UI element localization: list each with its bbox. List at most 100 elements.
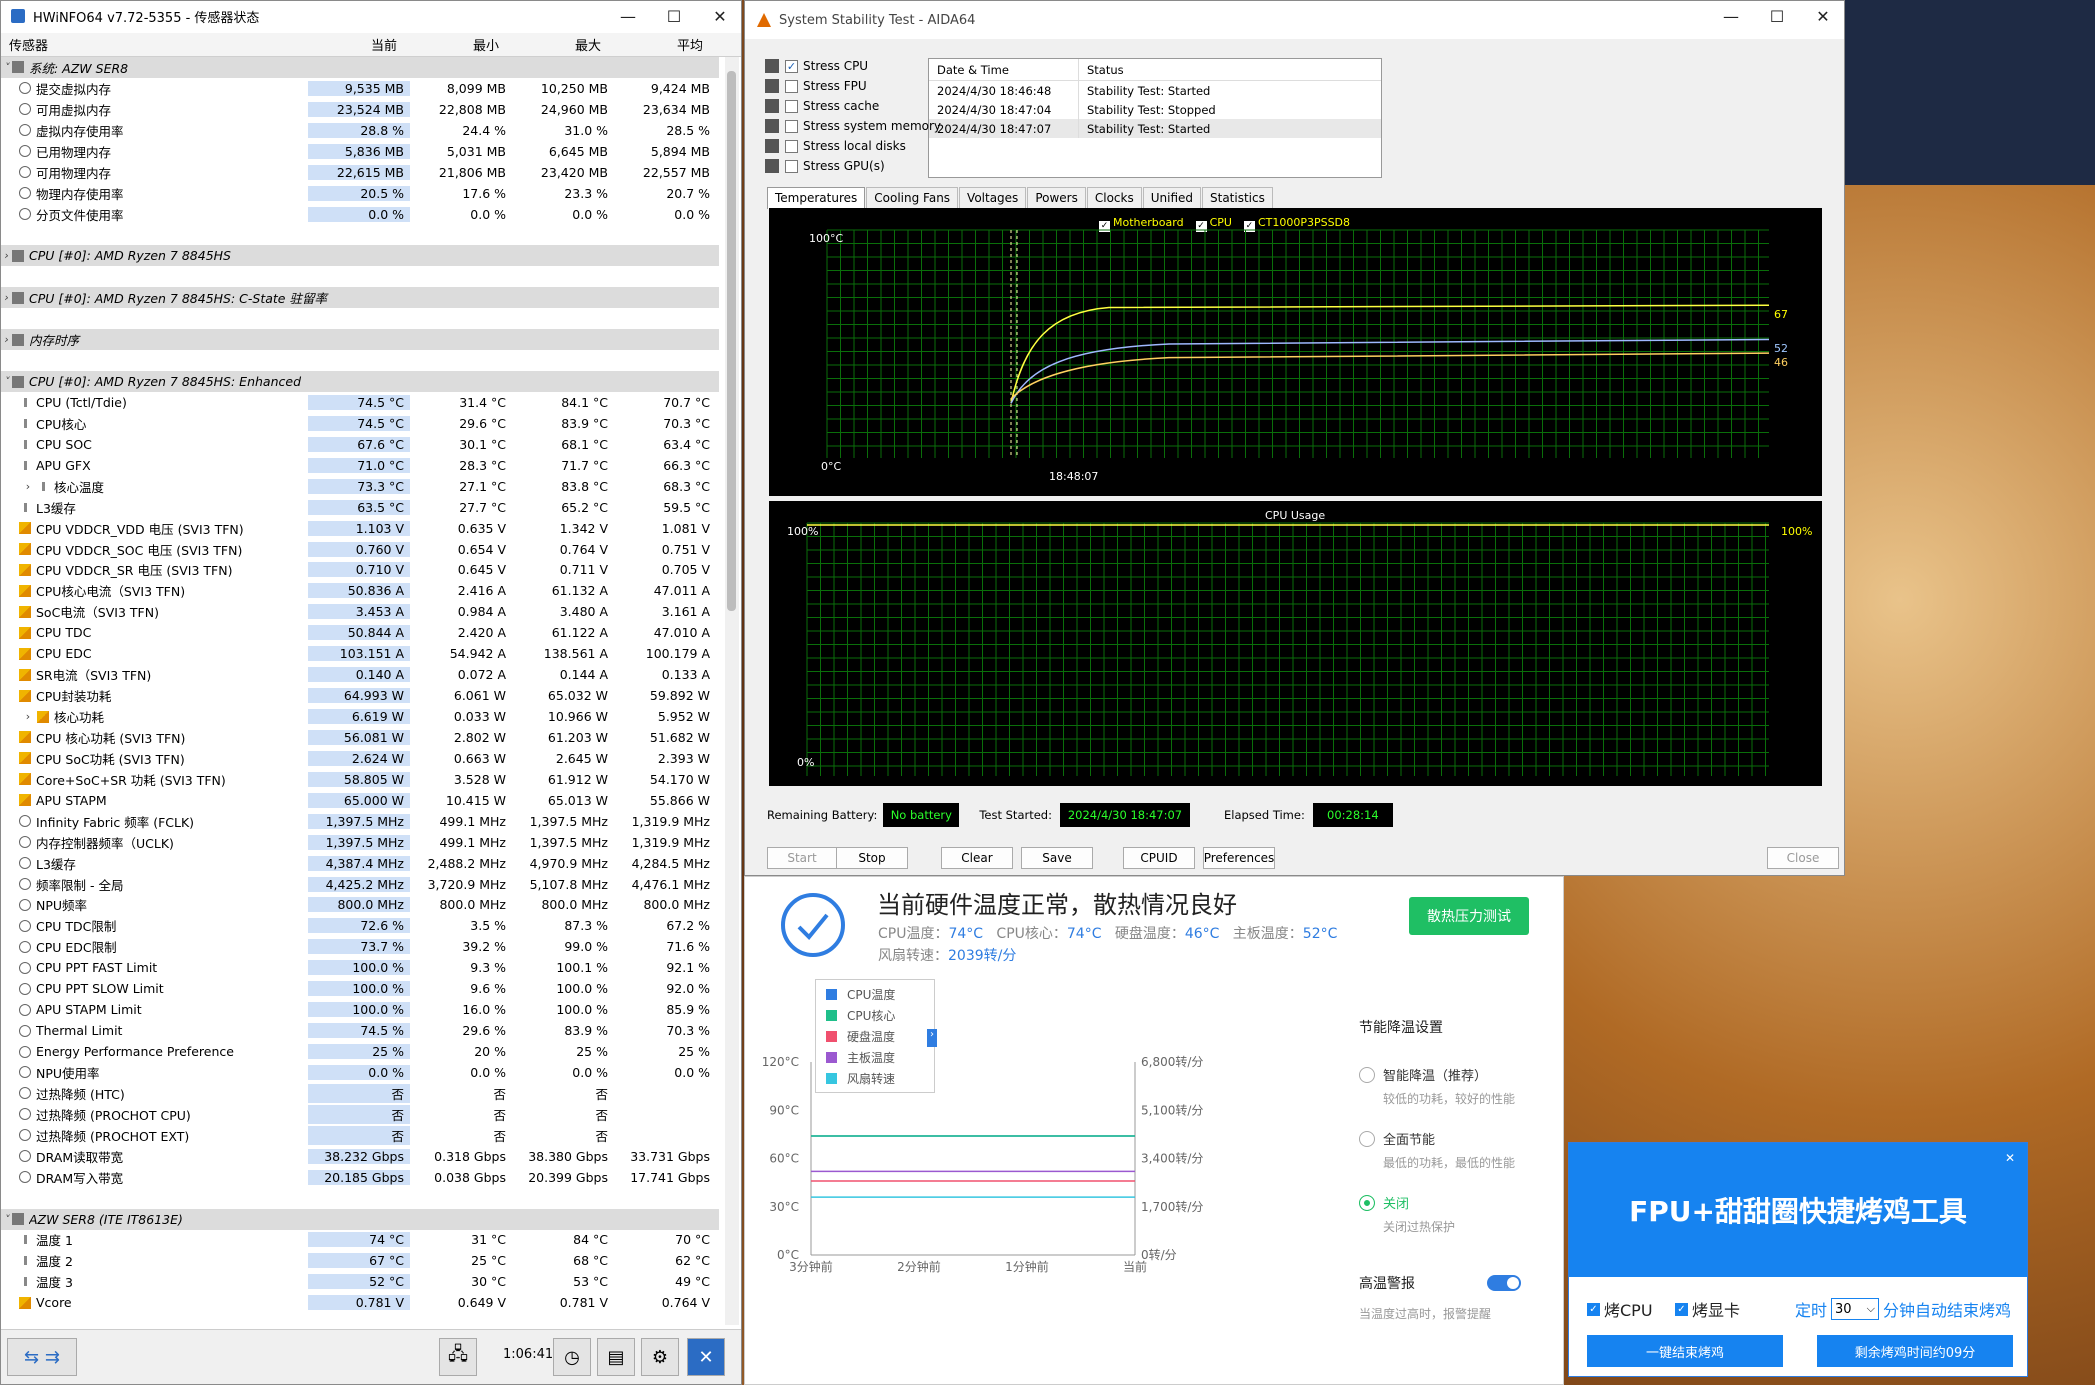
stress-option[interactable]: Stress FPU xyxy=(765,76,867,96)
stress-checkbox[interactable] xyxy=(785,99,798,113)
sensor-row[interactable]: 温度 2 67 °C 25 °C 68 °C 62 °C xyxy=(1,1250,719,1271)
stress-option[interactable]: Stress local disks xyxy=(765,136,906,156)
aida-maximize-button[interactable]: ☐ xyxy=(1754,1,1800,31)
sensor-row[interactable]: SR电流（SVI3 TFN) 0.140 A 0.072 A 0.144 A 0… xyxy=(1,664,719,685)
aida-minimize-button[interactable]: — xyxy=(1708,1,1754,31)
graph-tab[interactable]: Statistics xyxy=(1202,187,1273,209)
sensor-row[interactable]: 过热降频 (PROCHOT EXT) 否 否 否 xyxy=(1,1125,719,1146)
graph-tab[interactable]: Temperatures xyxy=(767,187,866,209)
sub-expand-icon[interactable]: › xyxy=(19,480,37,493)
expand-icon[interactable]: › xyxy=(1,333,12,346)
preferences-button[interactable]: Preferences xyxy=(1203,847,1275,869)
sensor-row[interactable]: 温度 1 74 °C 31 °C 84 °C 70 °C xyxy=(1,1230,719,1251)
timer-select[interactable]: 30 ⌵ xyxy=(1831,1298,1880,1320)
cooling-option[interactable]: 关闭 关闭过热保护 xyxy=(1359,1193,1559,1235)
sensor-row[interactable]: 频率限制 - 全局 4,425.2 MHz 3,720.9 MHz 5,107.… xyxy=(1,874,719,895)
cooling-option[interactable]: 全面节能 最低的功耗，最低的性能 xyxy=(1359,1129,1559,1171)
sensor-group-row[interactable]: ˅ AZW SER8 (ITE IT8613E) xyxy=(1,1208,719,1230)
col-min[interactable]: 最小 xyxy=(403,33,505,56)
report-icon[interactable]: ▤ xyxy=(597,1338,635,1376)
sensor-row[interactable]: 提交虚拟内存 9,535 MB 8,099 MB 10,250 MB 9,424… xyxy=(1,78,719,99)
expand-icon[interactable]: ˅ xyxy=(1,375,12,388)
sensor-row[interactable]: 可用虚拟内存 23,524 MB 22,808 MB 24,960 MB 23,… xyxy=(1,99,719,120)
sensor-row[interactable]: 过热降频 (HTC) 否 否 否 xyxy=(1,1083,719,1104)
graph-tab[interactable]: Voltages xyxy=(959,187,1027,209)
expand-icon[interactable]: ˅ xyxy=(1,1213,12,1226)
stress-checkbox[interactable] xyxy=(785,79,798,93)
sensor-row[interactable]: CPU EDC限制 73.7 % 39.2 % 99.0 % 71.6 % xyxy=(1,936,719,957)
scrollbar-thumb[interactable] xyxy=(727,71,736,611)
maximize-button[interactable]: ☐ xyxy=(651,1,697,31)
stress-checkbox[interactable] xyxy=(785,159,798,173)
sensor-row[interactable]: CPU VDDCR_VDD 电压 (SVI3 TFN) 1.103 V 0.63… xyxy=(1,518,719,539)
sensor-row[interactable]: Infinity Fabric 频率 (FCLK) 1,397.5 MHz 49… xyxy=(1,811,719,832)
alarm-toggle[interactable] xyxy=(1487,1275,1521,1291)
sensor-row[interactable]: CPU核心电流（SVI3 TFN) 50.836 A 2.416 A 61.13… xyxy=(1,580,719,601)
minimize-button[interactable]: — xyxy=(605,1,651,31)
stress-checkbox[interactable] xyxy=(785,119,798,133)
stress-checkbox[interactable]: ✓ xyxy=(785,59,798,73)
log-row[interactable]: 2024/4/30 18:46:48 Stability Test: Starte… xyxy=(929,81,1381,100)
fpu-close-icon[interactable]: ✕ xyxy=(2005,1151,2015,1165)
radio-button[interactable] xyxy=(1359,1195,1375,1211)
radio-button[interactable] xyxy=(1359,1067,1375,1083)
clock-icon[interactable]: ◷ xyxy=(553,1338,591,1376)
close-button[interactable]: ✕ xyxy=(697,1,743,31)
log-row[interactable]: 2024/4/30 18:47:07 Stability Test: Starte… xyxy=(929,119,1381,138)
sensor-group-row[interactable]: › 内存时序 xyxy=(1,329,719,351)
stress-option[interactable]: ✓ Stress CPU xyxy=(765,56,868,76)
nav-arrows-icon[interactable]: ⇆ ⇉ xyxy=(7,1338,77,1376)
clear-button[interactable]: Clear xyxy=(941,847,1013,869)
sensor-group-row[interactable]: › CPU [#0]: AMD Ryzen 7 8845HS xyxy=(1,245,719,267)
sensor-row[interactable]: APU GFX 71.0 °C 28.3 °C 71.7 °C 66.3 °C xyxy=(1,455,719,476)
sub-expand-icon[interactable]: › xyxy=(19,710,37,723)
col-current[interactable]: 当前 xyxy=(301,33,403,56)
close-sensors-icon[interactable]: ✕ xyxy=(687,1338,725,1376)
sensor-row[interactable]: CPU PPT SLOW Limit 100.0 % 9.6 % 100.0 %… xyxy=(1,978,719,999)
sensor-row[interactable]: CPU核心 74.5 °C 29.6 °C 83.9 °C 70.3 °C xyxy=(1,413,719,434)
sensor-row[interactable]: CPU PPT FAST Limit 100.0 % 9.3 % 100.1 %… xyxy=(1,957,719,978)
stress-option[interactable]: Stress cache xyxy=(765,96,879,116)
sensor-row[interactable]: NPU使用率 0.0 % 0.0 % 0.0 % 0.0 % xyxy=(1,1062,719,1083)
stress-option[interactable]: Stress GPU(s) xyxy=(765,156,885,176)
sensor-row[interactable]: 物理内存使用率 20.5 % 17.6 % 23.3 % 20.7 % xyxy=(1,183,719,204)
sensor-row[interactable]: CPU 核心功耗 (SVI3 TFN) 56.081 W 2.802 W 61.… xyxy=(1,727,719,748)
end-burn-button[interactable]: 一键结束烤鸡 xyxy=(1587,1335,1783,1367)
cpuid-button[interactable]: CPUID xyxy=(1123,847,1195,869)
sensor-row[interactable]: Energy Performance Preference 25 % 20 % … xyxy=(1,1041,719,1062)
col-max[interactable]: 最大 xyxy=(505,33,607,56)
sensor-row[interactable]: Thermal Limit 74.5 % 29.6 % 83.9 % 70.3 … xyxy=(1,1020,719,1041)
radio-button[interactable] xyxy=(1359,1131,1375,1147)
sensor-row[interactable]: L3缓存 4,387.4 MHz 2,488.2 MHz 4,970.9 MHz… xyxy=(1,853,719,874)
sensor-row[interactable]: DRAM写入带宽 20.185 Gbps 0.038 Gbps 20.399 G… xyxy=(1,1167,719,1188)
expand-icon[interactable]: › xyxy=(1,249,12,262)
graph-tab[interactable]: Powers xyxy=(1027,187,1086,209)
expand-icon[interactable]: › xyxy=(1,291,12,304)
sensor-row[interactable]: 已用物理内存 5,836 MB 5,031 MB 6,645 MB 5,894 … xyxy=(1,141,719,162)
graph-tab[interactable]: Unified xyxy=(1142,187,1201,209)
sensor-row[interactable]: 虚拟内存使用率 28.8 % 24.4 % 31.0 % 28.5 % xyxy=(1,120,719,141)
aida-close-action-button[interactable]: Close xyxy=(1767,847,1839,869)
aida-close-button[interactable]: ✕ xyxy=(1800,1,1846,31)
sensor-row[interactable]: 可用物理内存 22,615 MB 21,806 MB 23,420 MB 22,… xyxy=(1,162,719,183)
sensor-group-row[interactable]: › CPU [#0]: AMD Ryzen 7 8845HS: C-State 驻… xyxy=(1,287,719,309)
remaining-time-button[interactable]: 剩余烤鸡时间约09分 xyxy=(1817,1335,2013,1367)
sensor-row[interactable]: › 核心温度 73.3 °C 27.1 °C 83.8 °C 68.3 °C xyxy=(1,476,719,497)
sensor-row[interactable]: CPU VDDCR_SR 电压 (SVI3 TFN) 0.710 V 0.645… xyxy=(1,560,719,581)
sensor-row[interactable]: CPU封装功耗 64.993 W 6.061 W 65.032 W 59.892… xyxy=(1,685,719,706)
sensor-row[interactable]: 过热降频 (PROCHOT CPU) 否 否 否 xyxy=(1,1104,719,1125)
stop-button[interactable]: Stop xyxy=(836,847,908,869)
stress-option[interactable]: Stress system memory xyxy=(765,116,941,136)
col-avg[interactable]: 平均 xyxy=(607,33,709,56)
sensor-row[interactable]: CPU SoC功耗 (SVI3 TFN) 2.624 W 0.663 W 2.6… xyxy=(1,748,719,769)
sensor-row[interactable]: CPU TDC 50.844 A 2.420 A 61.122 A 47.010… xyxy=(1,622,719,643)
cpu-burn-checkbox[interactable]: ✓ 烤CPU xyxy=(1587,1297,1653,1321)
sensor-row[interactable]: › 核心功耗 6.619 W 0.033 W 10.966 W 5.952 W xyxy=(1,706,719,727)
sensor-row[interactable]: CPU SOC 67.6 °C 30.1 °C 68.1 °C 63.4 °C xyxy=(1,434,719,455)
gpu-burn-checkbox[interactable]: ✓ 烤显卡 xyxy=(1675,1297,1740,1321)
sensor-row[interactable]: APU STAPM Limit 100.0 % 16.0 % 100.0 % 8… xyxy=(1,999,719,1020)
log-row[interactable]: 2024/4/30 18:47:04 Stability Test: Stoppe… xyxy=(929,100,1381,119)
sensor-row[interactable]: 分页文件使用率 0.0 % 0.0 % 0.0 % 0.0 % xyxy=(1,204,719,225)
sensor-row[interactable]: L3缓存 63.5 °C 27.7 °C 65.2 °C 59.5 °C xyxy=(1,497,719,518)
cooling-option[interactable]: 智能降温（推荐） 较低的功耗，较好的性能 xyxy=(1359,1065,1559,1107)
